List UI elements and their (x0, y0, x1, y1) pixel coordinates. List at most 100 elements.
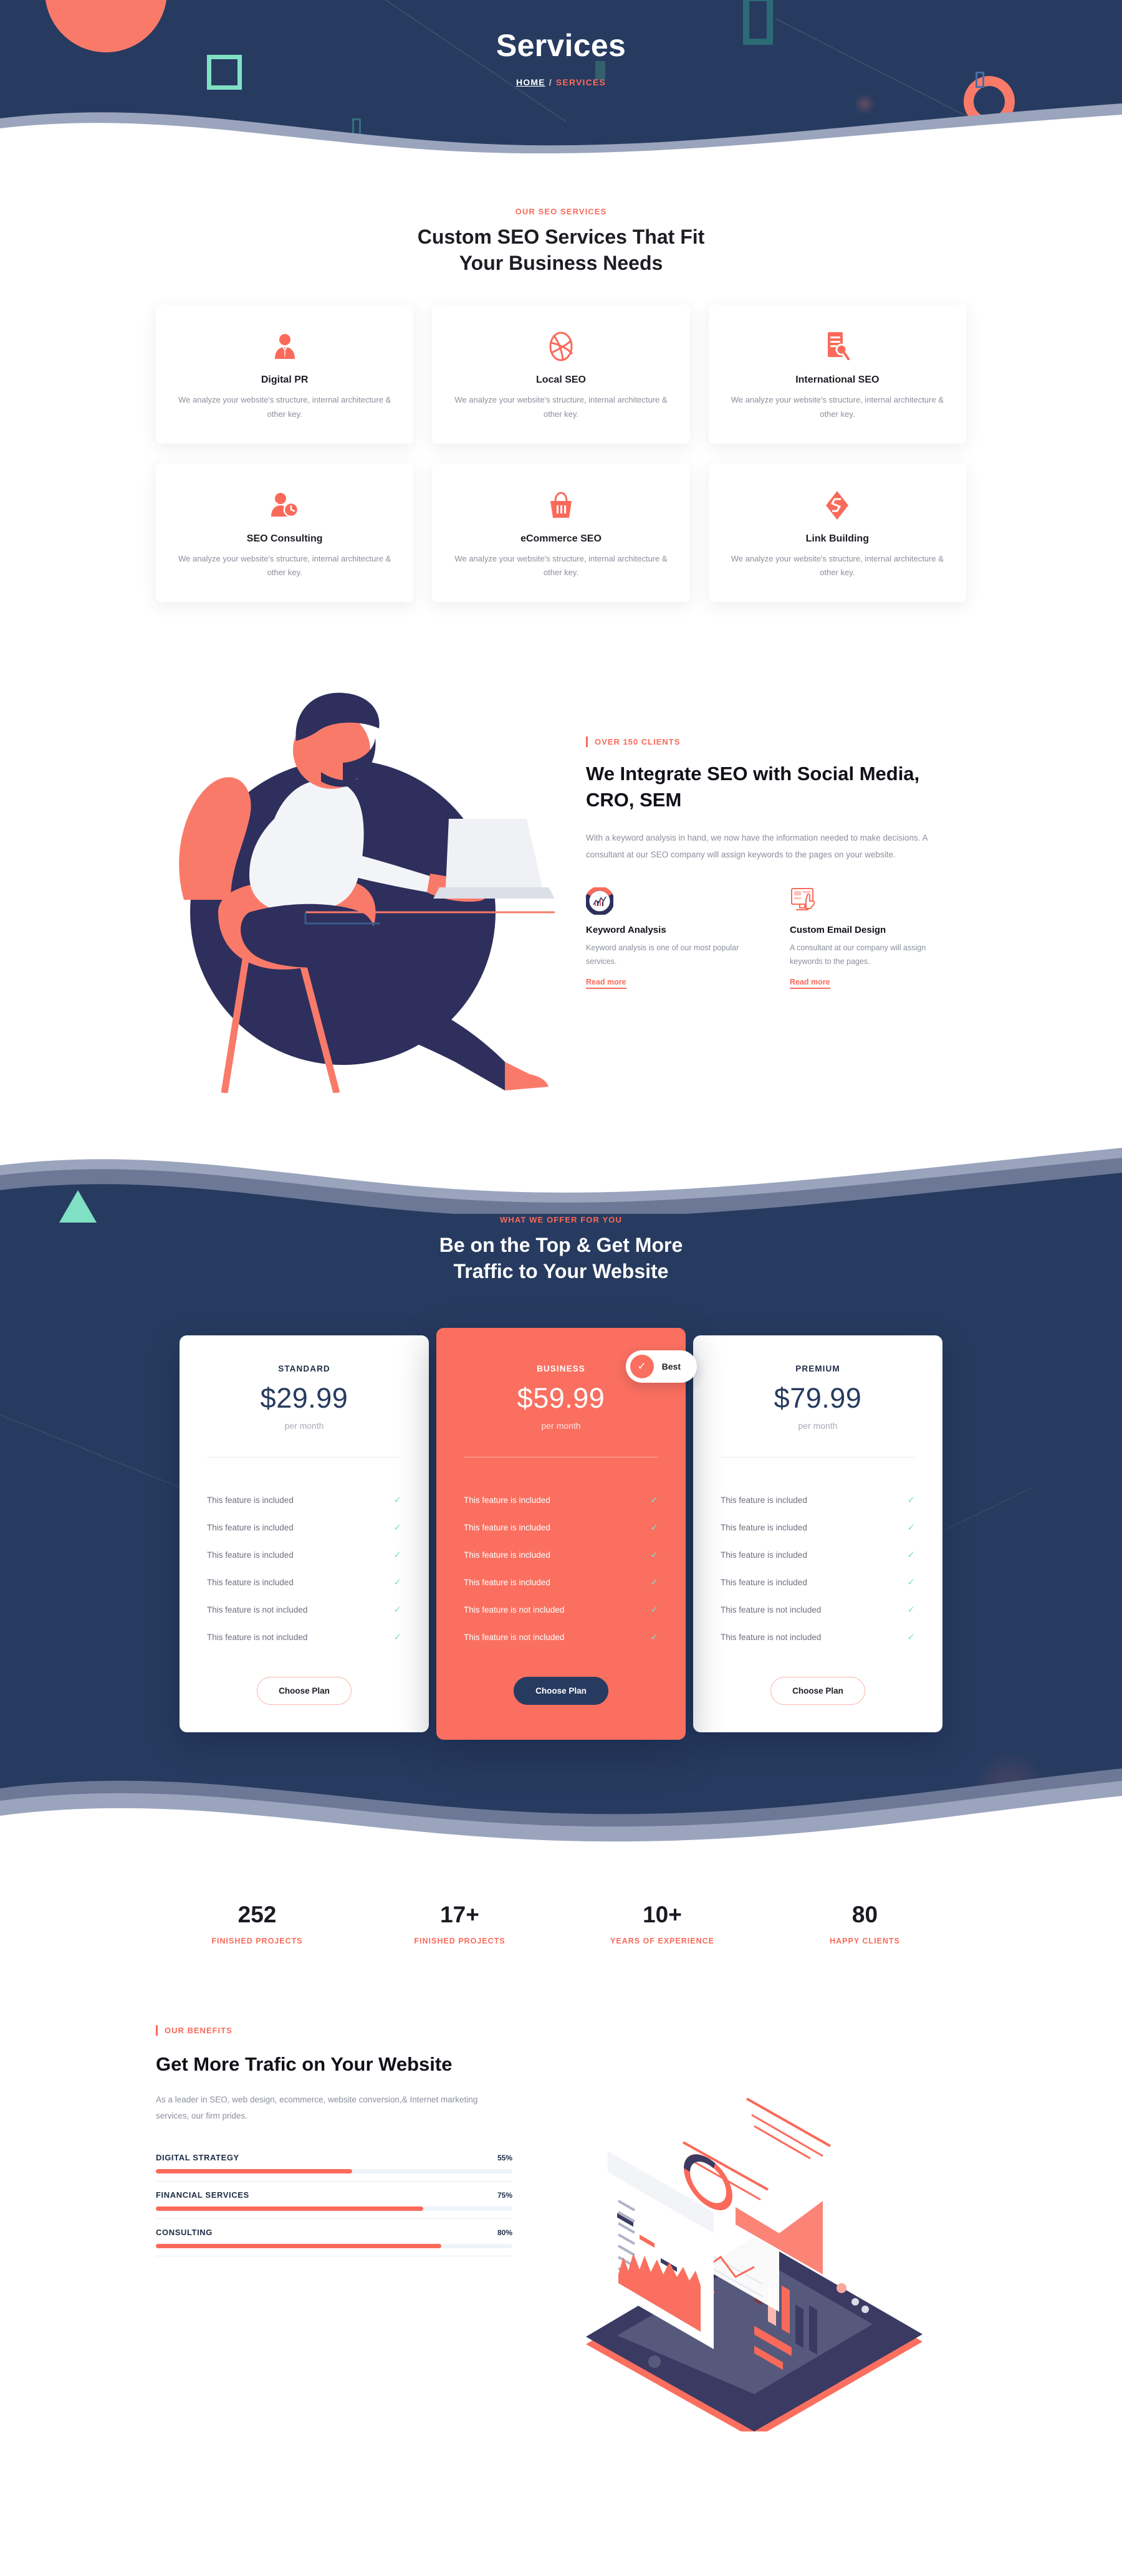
breadcrumb-separator: / (549, 77, 552, 87)
choose-plan-button[interactable]: Choose Plan (257, 1677, 352, 1705)
benefits-content: OUR BENEFITS Get More Trafic on Your Web… (156, 1995, 530, 2431)
skill-track (156, 2244, 512, 2249)
tag-accent-bar (586, 736, 588, 747)
check-icon: ✓ (907, 1522, 915, 1534)
plan-card-premium[interactable]: PREMIUM $79.99 per month This feature is… (693, 1335, 942, 1733)
services-eyebrow: OUR SEO SERVICES (515, 207, 607, 216)
document-search-icon (725, 326, 950, 367)
feature-description: Keyword analysis is one of our most popu… (586, 943, 739, 966)
check-icon: ✓ (650, 1632, 658, 1643)
plan-feature-row: This feature is included ✓ (207, 1568, 401, 1596)
stat-value: 17+ (440, 1902, 479, 1928)
service-description: We analyze your website's structure, int… (731, 553, 944, 577)
plan-feature-list: This feature is included ✓ This feature i… (464, 1486, 658, 1651)
plan-feature-label: This feature is not included (464, 1605, 565, 1615)
donut-chart-icon (585, 886, 751, 916)
plan-card-business[interactable]: ✓ Best BUSINESS $59.99 per month This fe… (436, 1328, 697, 1740)
skill-fill (156, 2169, 352, 2174)
tag-label: OVER 150 CLIENTS (595, 737, 681, 747)
check-icon: ✓ (907, 1632, 915, 1643)
skill-percent: 80% (497, 2228, 512, 2238)
tag-accent-bar (156, 2025, 158, 2036)
stat-value: 80 (851, 1902, 878, 1928)
service-description: We analyze your website's structure, int… (454, 395, 668, 419)
check-icon: ✓ (650, 1522, 658, 1534)
plan-feature-label: This feature is not included (207, 1632, 308, 1642)
read-more-link[interactable]: Read more (790, 978, 830, 989)
stat-item: 80 HAPPY CLIENTS (764, 1902, 966, 1945)
check-icon: ✓ (907, 1495, 915, 1506)
service-name: eCommerce SEO (520, 533, 602, 544)
service-card-link-building[interactable]: Link Building We analyze your website's … (708, 463, 966, 602)
basket-icon (448, 485, 673, 526)
best-badge-label: Best (661, 1362, 681, 1372)
skill-label: FINANCIAL SERVICES (156, 2190, 249, 2200)
plan-feature-label: This feature is not included (464, 1632, 565, 1642)
skill-track (156, 2169, 512, 2174)
stat-label: FINISHED PROJECTS (211, 1937, 303, 1946)
plan-feature-label: This feature is included (721, 1522, 807, 1532)
service-card-digital-pr[interactable]: Digital PR We analyze your website's str… (156, 305, 414, 444)
service-name: Digital PR (261, 374, 309, 386)
plan-card-standard[interactable]: STANDARD $29.99 per month This feature i… (180, 1335, 429, 1733)
stat-item: 252 FINISHED PROJECTS (156, 1902, 358, 1945)
plan-feature-label: This feature is not included (721, 1605, 822, 1615)
service-description: We analyze your website's structure, int… (178, 553, 391, 577)
services-title: Custom SEO Services That Fit Your Busine… (0, 224, 1122, 276)
skill-bar-digital-strategy: DIGITAL STRATEGY 55% (156, 2144, 512, 2182)
check-icon: ✓ (650, 1577, 658, 1588)
best-badge: ✓ Best (625, 1350, 697, 1383)
choose-plan-button[interactable]: Choose Plan (514, 1677, 608, 1705)
seo-services-section: OUR SEO SERVICES Custom SEO Services Tha… (0, 157, 1122, 627)
plan-feature-row: This feature is included ✓ (207, 1514, 401, 1541)
benefits-tag: OUR BENEFITS (156, 2025, 530, 2036)
check-icon: ✓ (393, 1522, 401, 1534)
check-icon: ✓ (393, 1632, 401, 1643)
service-card-ecommerce-seo[interactable]: eCommerce SEO We analyze your website's … (432, 463, 690, 602)
plan-feature-label: This feature is included (721, 1577, 807, 1587)
services-page: Services HOME / SERVICES OUR SEO SERVICES … (0, 0, 1122, 2469)
plan-feature-label: This feature is not included (721, 1632, 822, 1642)
choose-plan-button[interactable]: Choose Plan (770, 1677, 865, 1705)
benefits-section: OUR BENEFITS Get More Trafic on Your Web… (156, 1995, 966, 2469)
integrate-features: Keyword Analysis Keyword analysis is one… (585, 886, 966, 989)
read-more-link[interactable]: Read more (586, 978, 626, 989)
plan-feature-label: This feature is included (464, 1495, 550, 1505)
dribbble-ball-icon (448, 326, 673, 367)
plan-feature-row: This feature is included ✓ (464, 1541, 658, 1568)
benefits-paragraph: As a leader in SEO, web design, ecommerc… (156, 2094, 478, 2121)
check-icon: ✓ (393, 1550, 401, 1561)
service-card-international-seo[interactable]: International SEO We analyze your websit… (708, 305, 966, 444)
plan-feature-label: This feature is included (721, 1550, 807, 1560)
stat-label: FINISHED PROJECTS (414, 1937, 506, 1946)
pricing-plans: STANDARD $29.99 per month This feature i… (165, 1328, 957, 1740)
skill-fill (156, 2244, 441, 2249)
plan-feature-label: This feature is included (464, 1550, 550, 1560)
service-card-local-seo[interactable]: Local SEO We analyze your website's stru… (432, 305, 690, 444)
plan-price: $29.99 (260, 1382, 348, 1414)
breadcrumb-home[interactable]: HOME (516, 77, 545, 87)
plan-feature-label: This feature is included (464, 1577, 550, 1587)
plan-feature-row: This feature is not included ✓ (207, 1596, 401, 1623)
plan-feature-row: This feature is included ✓ (721, 1514, 915, 1541)
stat-item: 17+ FINISHED PROJECTS (358, 1902, 561, 1945)
integrate-title: We Integrate SEO with Social Media, CRO,… (586, 762, 920, 811)
plan-feature-row: This feature is included ✓ (721, 1541, 915, 1568)
service-description: We analyze your website's structure, int… (178, 395, 391, 419)
service-name: Local SEO (535, 374, 586, 386)
integrate-content: OVER 150 CLIENTS We Integrate SEO with S… (585, 663, 966, 989)
plan-feature-label: This feature is included (207, 1577, 294, 1587)
plan-price: $59.99 (517, 1382, 605, 1414)
service-card-seo-consulting[interactable]: SEO Consulting We analyze your website's… (156, 463, 414, 602)
check-icon: ✓ (393, 1495, 401, 1506)
plan-feature-label: This feature is included (207, 1522, 294, 1532)
plan-feature-row: This feature is included ✓ (207, 1486, 401, 1514)
check-icon: ✓ (907, 1550, 915, 1561)
check-icon: ✓ (393, 1577, 401, 1588)
skill-bars: DIGITAL STRATEGY 55% FINANCIAL SERVICES … (156, 2144, 512, 2257)
user-tie-icon (172, 326, 397, 367)
plan-feature-row: This feature is not included ✓ (721, 1596, 915, 1623)
stats-section: 252 FINISHED PROJECTS 17+ FINISHED PROJE… (156, 1846, 966, 1977)
feature-title: Custom Email Design (790, 924, 886, 935)
breadcrumb: HOME / SERVICES (0, 77, 1122, 87)
